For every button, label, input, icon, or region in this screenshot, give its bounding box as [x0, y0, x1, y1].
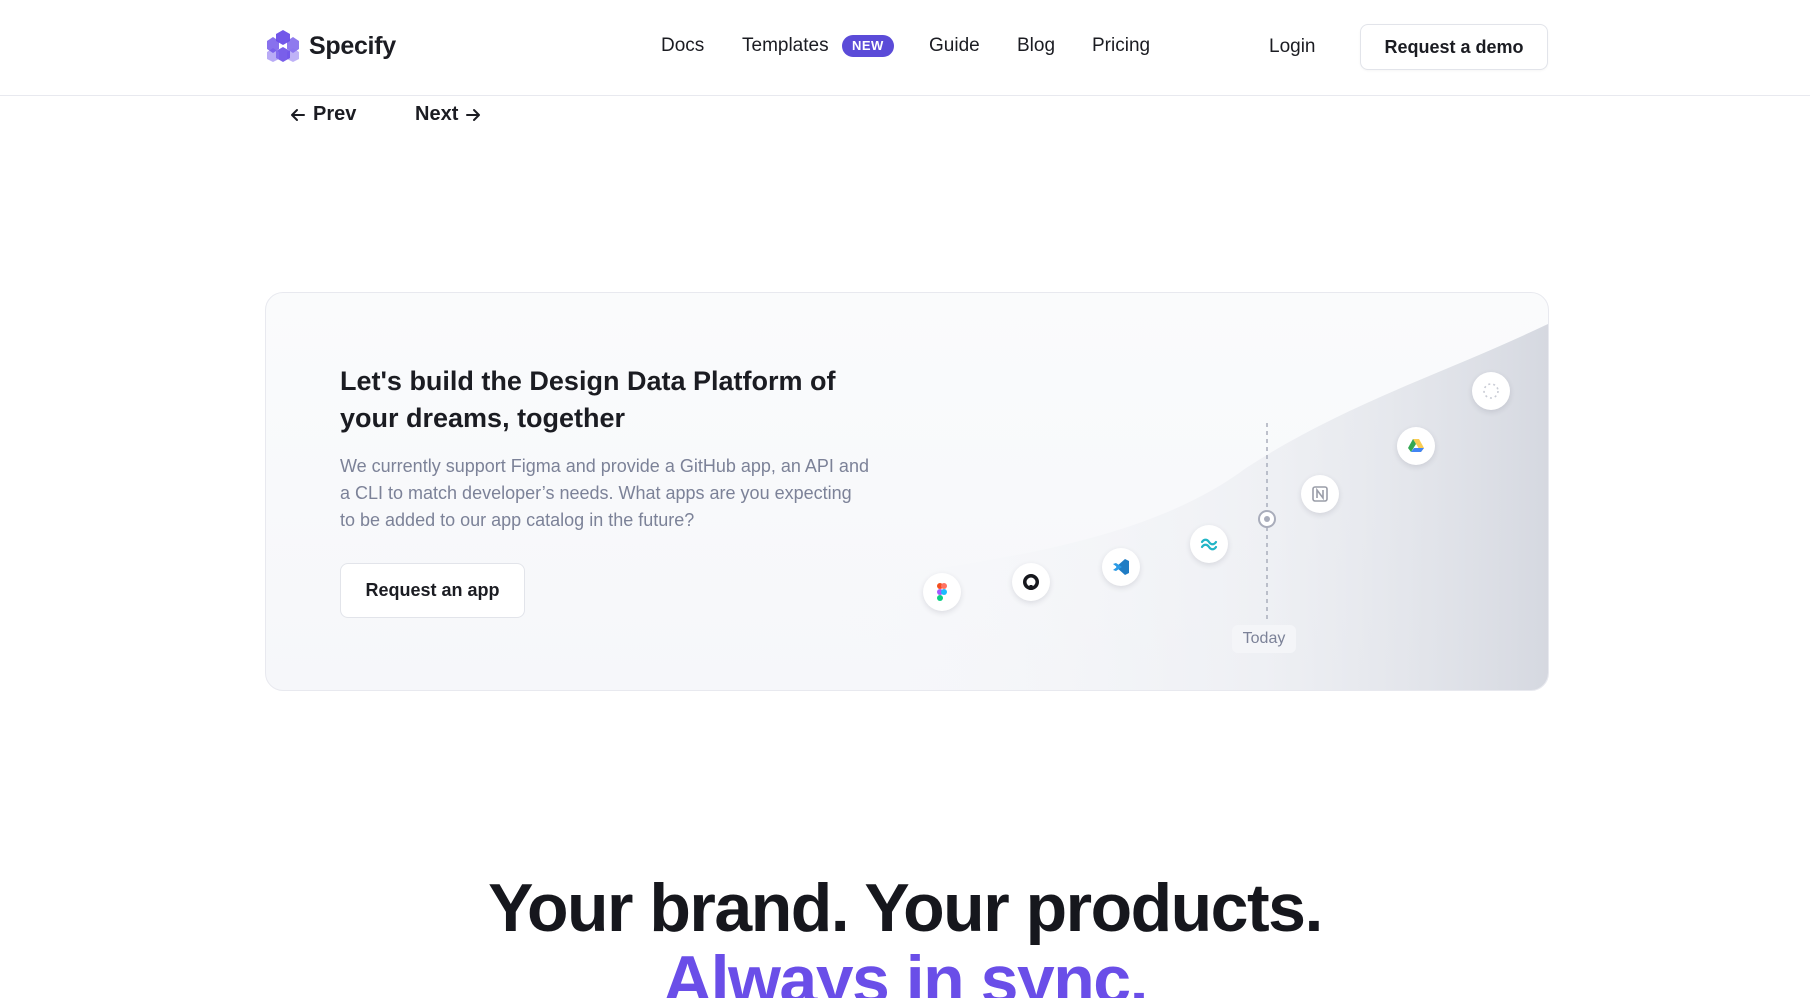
prev-link[interactable]: Prev: [289, 103, 356, 126]
next-label: Next: [415, 103, 459, 125]
nav-pricing[interactable]: Pricing: [1092, 34, 1150, 58]
figma-icon: [923, 573, 961, 611]
login-link[interactable]: Login: [1269, 36, 1316, 58]
arrow-left-icon: [291, 108, 305, 121]
notion-icon: [1301, 475, 1339, 513]
nav-blog[interactable]: Blog: [1017, 34, 1055, 58]
new-badge: NEW: [842, 35, 894, 57]
github-icon: [1012, 563, 1050, 601]
nav-templates[interactable]: Templates: [742, 34, 829, 58]
tailwind-icon: [1190, 525, 1228, 563]
hero-subheadline: Always in sync.: [663, 942, 1148, 998]
card-title: Let's build the Design Data Platform of …: [340, 366, 836, 433]
request-demo-button[interactable]: Request a demo: [1360, 24, 1548, 70]
arrow-right-icon: [466, 108, 481, 121]
hero-headline: Your brand. Your products.: [488, 870, 1323, 946]
next-link[interactable]: Next: [415, 103, 482, 126]
today-label: Today: [1232, 625, 1296, 653]
google-drive-icon: [1397, 427, 1435, 465]
nav-guide[interactable]: Guide: [929, 34, 980, 58]
card-description: We currently support Figma and provide a…: [340, 456, 869, 530]
site-header: Specify Docs Templates Guide Blog Pricin…: [0, 0, 1810, 96]
nav-docs[interactable]: Docs: [661, 34, 704, 58]
app-catalog-card: Let's build the Design Data Platform of …: [265, 292, 1549, 691]
request-app-button[interactable]: Request an app: [340, 563, 525, 618]
prev-label: Prev: [313, 103, 357, 125]
future-app-icon: [1472, 372, 1510, 410]
vscode-icon: [1102, 548, 1140, 586]
